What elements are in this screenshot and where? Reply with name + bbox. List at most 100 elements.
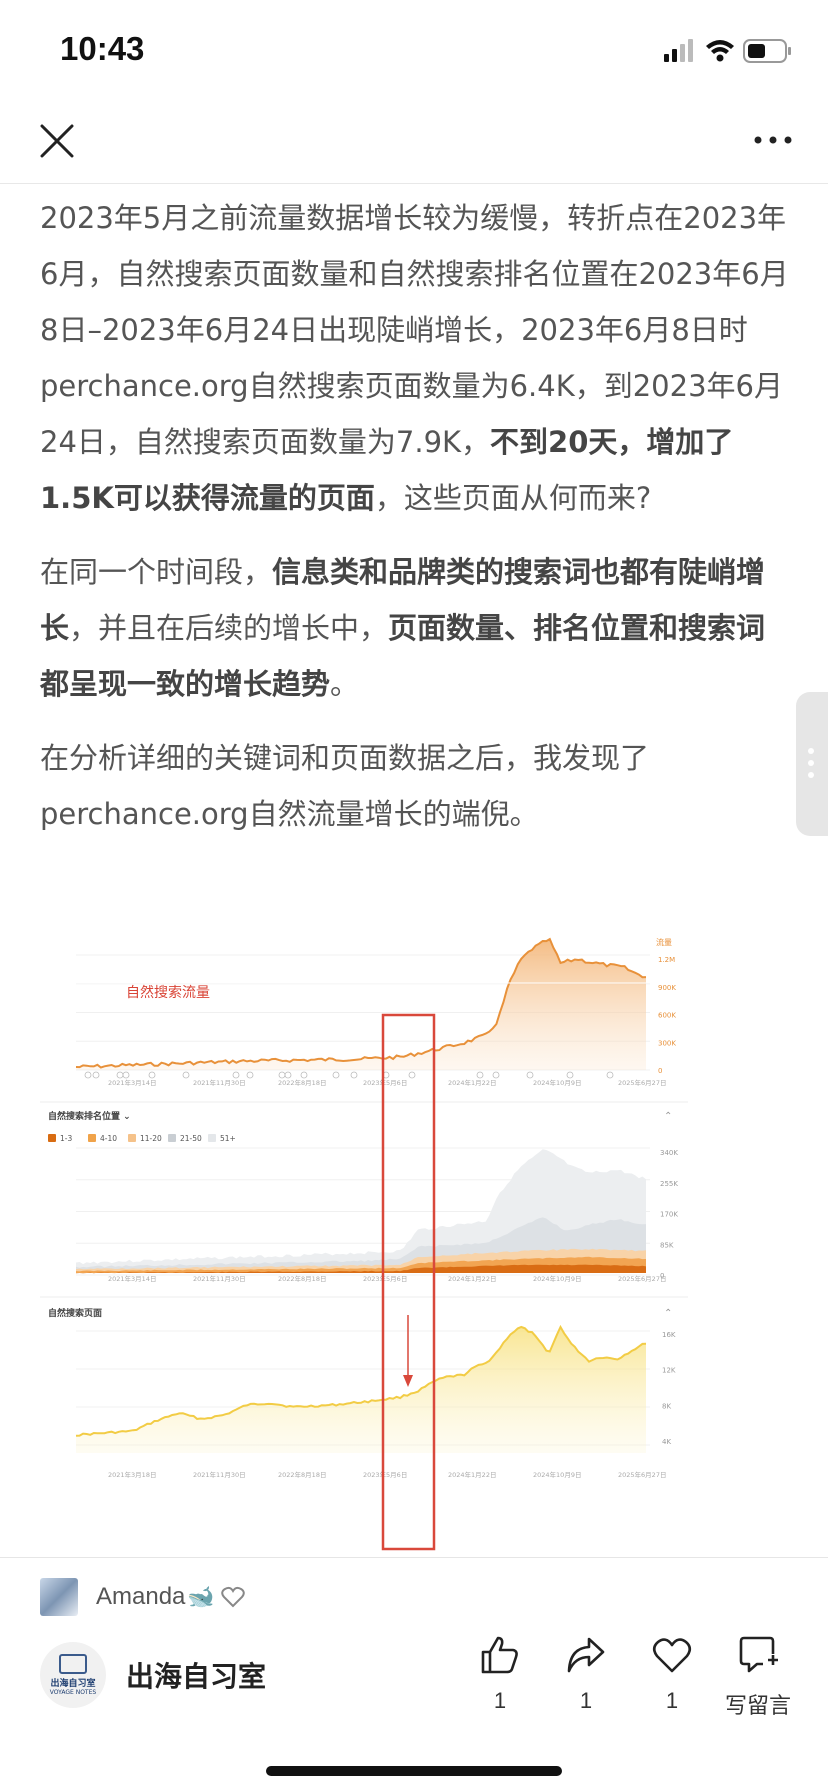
side-panel-handle[interactable] <box>796 692 828 836</box>
event-marker <box>116 1071 124 1079</box>
comment-author[interactable]: Amanda 🐋 <box>40 1576 245 1618</box>
collapse-icon: ⌃ <box>664 1111 672 1122</box>
x-tick-label: 2023年5月6日 <box>363 1470 407 1479</box>
x-tick-label: 2024年10月9日 <box>533 1274 581 1283</box>
legend-swatch <box>168 1134 176 1142</box>
paragraph-text: ，这些页面从何而来? <box>374 481 652 515</box>
y-tick-label: 300K <box>658 1039 676 1047</box>
avatar-text: 出海自习室 <box>50 1679 96 1689</box>
panel2-title: 自然搜索排名位置 ⌄ <box>48 1110 131 1122</box>
event-marker <box>606 1071 614 1079</box>
event-marker <box>122 1071 130 1079</box>
x-tick-label: 2021年11月30日 <box>193 1274 246 1283</box>
x-tick-label: 2021年11月30日 <box>193 1470 246 1479</box>
thumbs-up-icon <box>481 1636 518 1674</box>
pages-area <box>76 1327 646 1453</box>
legend-swatch <box>88 1134 96 1142</box>
ranking-panel: 自然搜索排名位置 ⌄ ⌃ 1-3 4-10 11-20 21-50 51+ 340K 25… <box>40 1101 688 1283</box>
event-marker <box>526 1071 534 1079</box>
x-tick-label: 2022年8月18日 <box>278 1274 326 1283</box>
favorite-count: 1 <box>665 1688 679 1713</box>
globe-icon <box>59 1654 87 1674</box>
account-info[interactable]: 出海自习室 VOYAGE NOTES 出海自习室 <box>40 1642 266 1708</box>
paragraph-text: ，并且在后续的增长中， <box>69 611 389 645</box>
signal-icon <box>664 39 693 62</box>
y-tick-label: 900K <box>658 984 676 992</box>
event-marker <box>246 1071 254 1079</box>
x-tick-label: 2024年1月22日 <box>448 1274 496 1283</box>
x-tick-label: 2021年11月30日 <box>193 1078 246 1087</box>
bottom-bar: Amanda 🐋 出海自习室 VOYAGE NOTES 出海自习室 1 1 1 … <box>0 1557 828 1792</box>
action-bar: 1 1 1 写留言 <box>460 1634 800 1744</box>
status-time: 10:43 <box>60 30 145 67</box>
legend-label: 21-50 <box>180 1134 202 1143</box>
x-tick-label: 2024年1月22日 <box>448 1470 496 1479</box>
x-tick-label: 2021年3月18日 <box>108 1470 156 1479</box>
x-tick-label: 2021年3月14日 <box>108 1274 156 1283</box>
x-tick-label: 2024年10月9日 <box>533 1078 581 1087</box>
chart-screenshot: 流量 自然搜索流量 1.2M 900K 600K 300K 0 2021年3月14日 202… <box>40 937 788 1551</box>
account-name: 出海自习室 <box>126 1660 267 1693</box>
panel3-title: 自然搜索页面 <box>48 1307 102 1319</box>
home-indicator[interactable] <box>266 1766 562 1776</box>
article-image[interactable]: 流量 自然搜索流量 1.2M 900K 600K 300K 0 2021年3月14日 202… <box>40 935 788 1557</box>
event-marker <box>566 1071 574 1079</box>
nav-bar <box>0 100 828 184</box>
account-avatar: 出海自习室 VOYAGE NOTES <box>40 1642 106 1708</box>
traffic-panel: 流量 自然搜索流量 1.2M 900K 600K 300K 0 2021年3月14日 202… <box>75 937 676 1087</box>
event-marker <box>408 1071 416 1079</box>
like-button[interactable]: 1 <box>460 1634 540 1714</box>
event-marker <box>492 1071 500 1079</box>
y-tick-label: 0 <box>658 1067 662 1075</box>
like-count: 1 <box>493 1688 507 1713</box>
x-tick-label: 2025年6月27日 <box>618 1470 666 1479</box>
traffic-area <box>76 939 646 1070</box>
status-bar: 10:43 <box>0 0 828 100</box>
event-marker <box>182 1071 190 1079</box>
legend-swatch <box>208 1134 216 1142</box>
event-marker <box>148 1071 156 1079</box>
y-tick-label: 170K <box>660 1211 678 1219</box>
event-marker <box>332 1071 340 1079</box>
legend-swatch <box>128 1134 136 1142</box>
paragraph-2: 在同一个时间段，信息类和品牌类的搜索词也都有陡峭增长，并且在后续的增长中，页面数… <box>40 544 790 712</box>
comment-icon <box>739 1636 778 1673</box>
comment-button[interactable]: 写留言 <box>718 1634 798 1720</box>
event-marker <box>278 1071 286 1079</box>
comment-label: 写留言 <box>724 1693 791 1718</box>
x-tick-label: 2021年3月14日 <box>108 1078 156 1087</box>
y-tick-label: 4K <box>662 1438 671 1446</box>
event-marker <box>232 1071 240 1079</box>
y-tick-label: 600K <box>658 1012 676 1020</box>
y-tick-label: 1.2M <box>658 956 675 964</box>
x-tick-label: 2023年5月6日 <box>363 1078 407 1087</box>
whale-icon: 🐋 <box>187 1584 215 1610</box>
paragraph-text: 。 <box>330 667 360 701</box>
event-marker <box>476 1071 484 1079</box>
event-marker <box>284 1071 292 1079</box>
y-tick-label: 12K <box>662 1367 676 1375</box>
paragraph-text: 2023年5月之前流量数据增长较为缓慢，转折点在2023年6月，自然搜索页面数量… <box>40 201 789 459</box>
x-tick-label: 2025年6月27日 <box>618 1274 666 1283</box>
avatar-subtext: VOYAGE NOTES <box>49 1689 97 1696</box>
y-tick-label: 85K <box>660 1241 674 1249</box>
share-button[interactable]: 1 <box>546 1634 626 1714</box>
legend-label: 1-3 <box>60 1134 72 1143</box>
legend-label: 11-20 <box>140 1134 162 1143</box>
share-icon <box>567 1637 605 1673</box>
traffic-annotation: 自然搜索流量 <box>126 984 210 1001</box>
favorite-button[interactable]: 1 <box>632 1634 712 1714</box>
x-tick-label: 2023年5月6日 <box>363 1274 407 1283</box>
y-tick-label: 16K <box>662 1331 676 1339</box>
legend-label: 4-10 <box>100 1134 117 1143</box>
event-marker <box>300 1071 308 1079</box>
event-marker <box>350 1071 358 1079</box>
status-icons <box>664 39 791 63</box>
battery-icon <box>743 39 791 63</box>
more-icon[interactable] <box>750 120 796 160</box>
legend-label: 51+ <box>220 1134 236 1143</box>
y-tick-label: 340K <box>660 1149 678 1157</box>
close-icon[interactable] <box>38 122 76 160</box>
heart-icon[interactable] <box>221 1586 245 1608</box>
pages-panel: 自然搜索页面 ⌃ 16K 12K 8K 4K 2021年3月18日 2021年11月30日… <box>40 1296 688 1479</box>
